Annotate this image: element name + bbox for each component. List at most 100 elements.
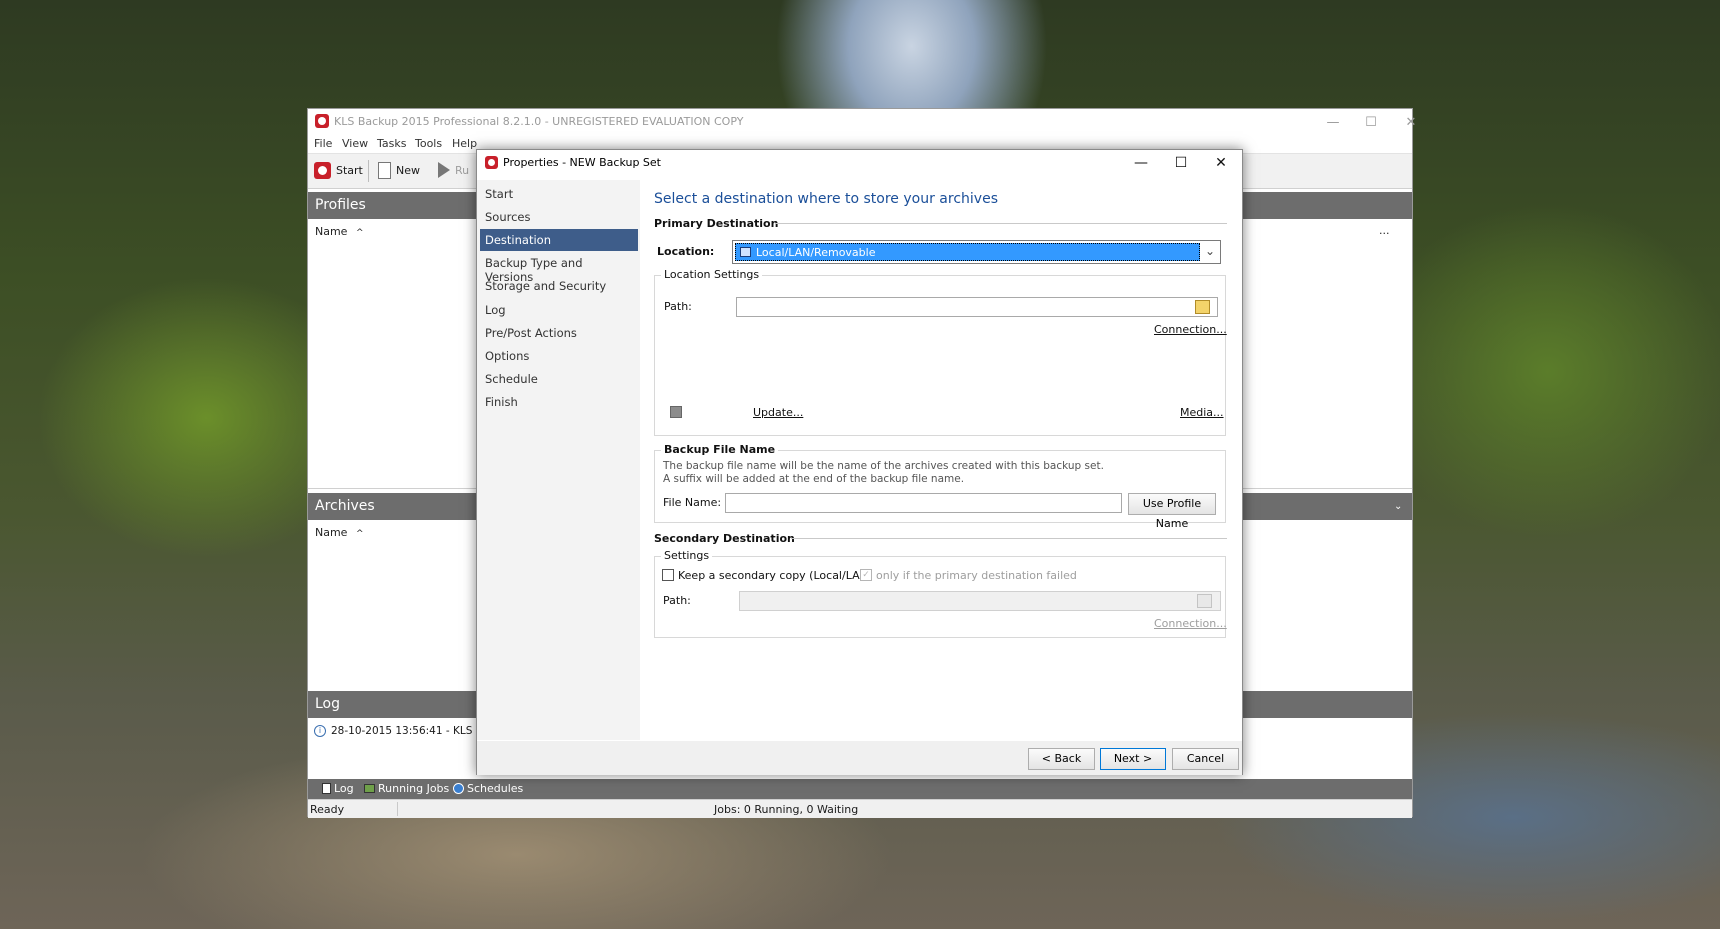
path-label: Path: [664,300,692,313]
path-input[interactable] [736,297,1218,317]
secondary-settings-title: Settings [661,549,713,562]
nav-finish[interactable]: Finish [480,391,638,413]
dialog-button-bar: < Back Next > Cancel [477,741,1242,775]
filename-desc-1: The backup file name will be the name of… [663,460,1104,472]
back-button[interactable]: < Back [1028,748,1095,770]
cancel-button[interactable]: Cancel [1172,748,1239,770]
secondary-browse-icon [1197,594,1212,608]
keep-secondary-label: Keep a secondary copy (Local/LAN) [678,569,873,582]
secondary-destination-title: Secondary Destination [654,532,795,545]
archives-collapse-icon[interactable]: ⌄ [1394,501,1402,512]
location-settings-title: Location Settings [661,268,763,281]
use-profile-name-button[interactable]: Use Profile Name [1128,493,1216,530]
tab-schedules[interactable]: Schedules [453,782,523,795]
dialog-minimize-icon[interactable]: — [1121,150,1161,176]
nav-destination[interactable]: Destination [480,229,638,251]
nav-pre-post-actions[interactable]: Pre/Post Actions [480,322,638,344]
sort-up-icon: ^ [355,529,364,539]
main-titlebar[interactable]: KLS Backup 2015 Professional 8.2.1.0 - U… [308,109,1416,135]
connection-link[interactable]: Connection... [1154,323,1227,336]
new-label: New [396,164,420,177]
new-button[interactable]: New [378,162,420,179]
filename-label: File Name: [663,496,722,509]
run-button[interactable]: Ru [438,162,469,178]
menu-tools[interactable]: Tools [415,137,442,150]
nav-log[interactable]: Log [480,299,638,321]
menu-file[interactable]: File [314,137,332,150]
menu-help[interactable]: Help [452,137,477,150]
filename-input[interactable] [725,493,1122,513]
primary-divider [775,223,1227,224]
media-link[interactable]: Media... [1180,406,1224,419]
start-label: Start [336,164,363,177]
properties-dialog: Properties - NEW Backup Set — ☐ ✕ Start … [476,149,1243,775]
secondary-path-input [739,591,1221,611]
nav-options[interactable]: Options [480,345,638,367]
location-label: Location: [657,245,715,258]
location-value: Local/LAN/Removable [756,245,876,259]
bottom-tabs: Log Running Jobs Schedules [308,779,1412,799]
media-status-icon [670,406,682,418]
menu-tasks[interactable]: Tasks [377,137,406,150]
maximize-icon[interactable]: ☐ [1351,109,1391,135]
nav-start[interactable]: Start [480,183,638,205]
tab-schedules-label: Schedules [467,782,524,795]
chevron-down-icon: ⌄ [1205,244,1216,258]
close-icon[interactable]: ✕ [1391,109,1431,135]
drive-icon [740,247,751,257]
dialog-nav: Start Sources Destination Backup Type an… [477,180,640,740]
profiles-name-column[interactable]: Name ^ [315,225,364,238]
profiles-column-label: Name [315,225,348,238]
dialog-app-icon [485,156,498,169]
run-icon [438,162,450,178]
tab-log-label: Log [334,782,354,795]
page-heading: Select a destination where to store your… [654,191,998,207]
keep-secondary-checkbox[interactable] [662,569,674,581]
archives-name-column[interactable]: Name ^ [315,526,364,539]
dialog-maximize-icon[interactable]: ☐ [1161,150,1201,176]
status-ready: Ready [310,803,345,816]
log-tab-icon [322,783,331,794]
sort-up-icon: ^ [355,228,364,238]
app-icon [315,114,329,128]
dialog-titlebar[interactable]: Properties - NEW Backup Set — ☐ ✕ [477,150,1242,176]
location-dropdown[interactable]: Local/LAN/Removable ⌄ [732,240,1221,264]
info-icon: i [314,725,326,737]
profiles-more-button[interactable]: ... [1379,224,1390,237]
nav-backup-type[interactable]: Backup Type and Versions [480,252,638,284]
primary-destination-title: Primary Destination [654,217,779,230]
update-link[interactable]: Update... [753,406,803,419]
dialog-close-icon[interactable]: ✕ [1201,150,1241,176]
filename-desc-2: A suffix will be added at the end of the… [663,473,965,485]
clock-icon [453,783,464,794]
start-button[interactable]: Start [314,162,363,179]
location-selected: Local/LAN/Removable [735,243,1200,261]
tab-log[interactable]: Log [322,782,354,795]
nav-storage-security[interactable]: Storage and Security [480,275,638,297]
only-if-failed-checkbox: ✓ [860,569,872,581]
tab-running-jobs-label: Running Jobs [378,782,450,795]
archives-column-label: Name [315,526,348,539]
tab-running-jobs[interactable]: Running Jobs [364,782,449,795]
nav-schedule[interactable]: Schedule [480,368,638,390]
start-icon [314,162,331,179]
minimize-icon[interactable]: — [1313,109,1353,135]
next-button[interactable]: Next > [1100,748,1166,770]
status-divider [397,802,398,816]
secondary-path-label: Path: [663,594,691,607]
running-jobs-icon [364,784,375,793]
secondary-divider [791,538,1227,539]
toolbar-separator [368,160,369,182]
secondary-connection-link: Connection... [1154,617,1227,630]
status-jobs: Jobs: 0 Running, 0 Waiting [714,803,859,816]
only-if-failed-label: only if the primary destination failed [876,569,1077,582]
main-window-title: KLS Backup 2015 Professional 8.2.1.0 - U… [334,115,744,128]
new-document-icon [378,162,391,179]
folder-browse-icon[interactable] [1195,300,1210,314]
menu-view[interactable]: View [342,137,368,150]
backup-filename-title: Backup File Name [661,443,779,456]
status-bar: Ready Jobs: 0 Running, 0 Waiting [308,799,1412,818]
run-label: Ru [455,163,470,177]
nav-sources[interactable]: Sources [480,206,638,228]
dialog-title: Properties - NEW Backup Set [503,156,661,169]
